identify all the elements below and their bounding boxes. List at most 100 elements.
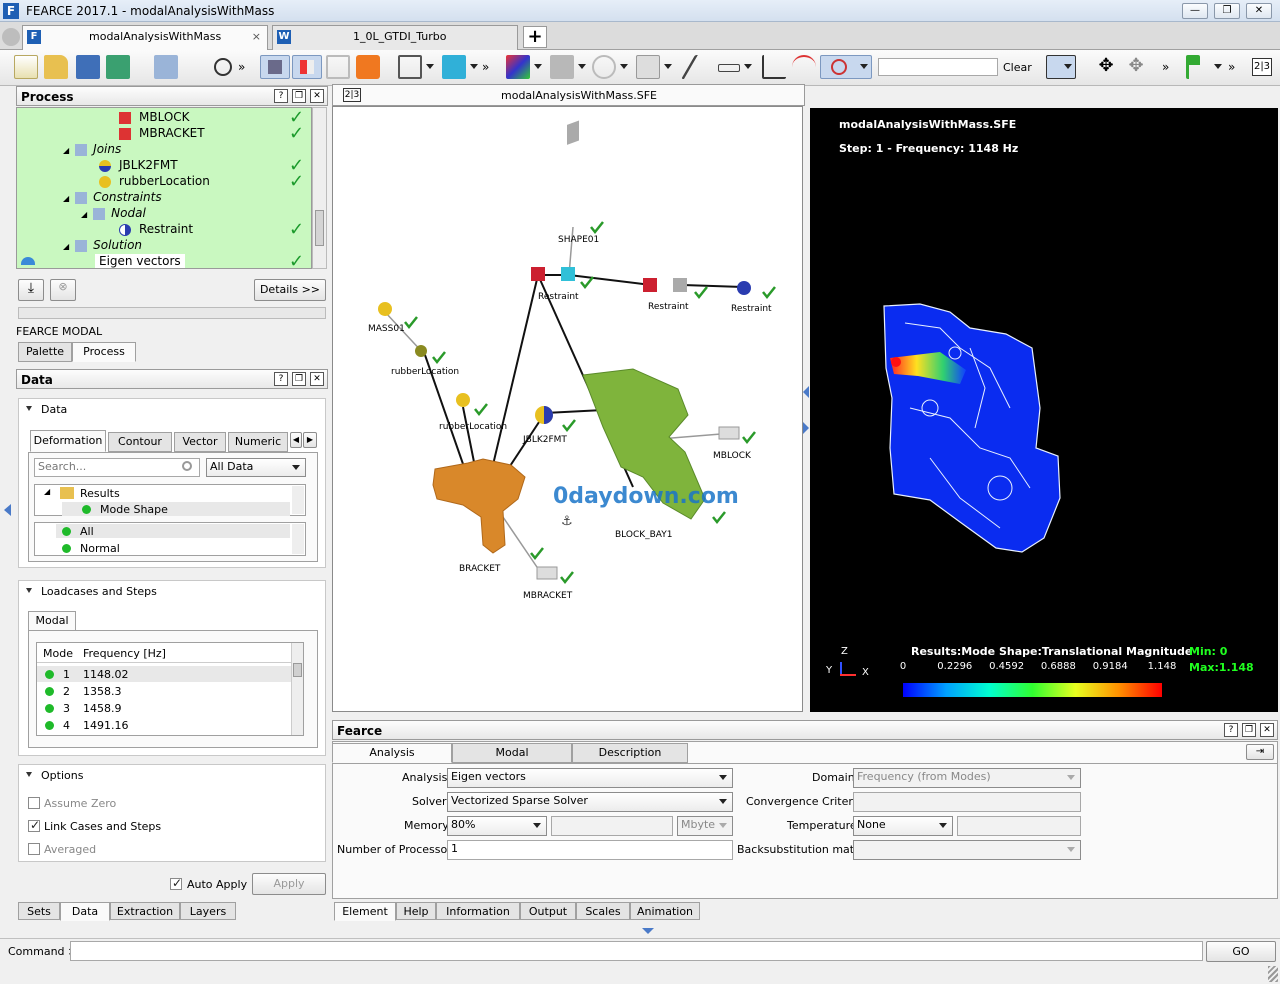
restraint-node-icon[interactable] — [643, 278, 657, 292]
data-filter-select[interactable]: All Data — [206, 458, 306, 477]
shaded-view-icon[interactable] — [260, 55, 290, 79]
hex-dropdown-icon[interactable] — [620, 64, 628, 69]
tree-item-rubberlocation[interactable]: rubberLocation — [99, 174, 210, 188]
temperature-select[interactable]: None — [853, 816, 953, 836]
tree-folder-solution[interactable]: ◢ Solution — [63, 238, 142, 252]
tab-description[interactable]: Description — [572, 743, 688, 763]
tree-item-mode-shape[interactable]: Mode Shape — [100, 503, 168, 516]
close-panel-icon[interactable]: ✕ — [1260, 723, 1274, 737]
tab-information[interactable]: Information — [436, 902, 520, 920]
grey-cube-icon[interactable] — [550, 55, 574, 79]
stop-icon[interactable]: ⊗ — [50, 279, 76, 301]
collapse-icon[interactable] — [26, 772, 32, 777]
new-file-icon[interactable] — [14, 55, 38, 79]
results-scrollbar[interactable] — [292, 486, 304, 514]
open-folder-icon[interactable] — [44, 55, 68, 79]
details-button[interactable]: Details >> — [254, 279, 326, 301]
help-icon[interactable]: ? — [274, 89, 288, 103]
tab-contour[interactable]: Contour — [108, 432, 172, 452]
view-dropdown-icon[interactable] — [426, 64, 434, 69]
more-chevron-icon-3[interactable]: » — [1162, 60, 1169, 74]
flag-dropdown-icon[interactable] — [1214, 64, 1222, 69]
command-input[interactable] — [70, 941, 1203, 961]
tab-gtdi-turbo[interactable]: W 1_0L_GTDI_Turbo — [272, 25, 518, 50]
table-row[interactable]: 1 1148.02 — [37, 667, 291, 683]
table-row[interactable]: 3 1458.9 — [37, 701, 291, 717]
restraint-node-icon[interactable] — [673, 278, 687, 292]
tree-item-results[interactable]: Results — [80, 487, 120, 500]
memory-unit-select[interactable]: Mbyte — [677, 816, 733, 836]
grey-dropdown-icon[interactable] — [578, 64, 586, 69]
expand-icon[interactable]: ◢ — [44, 487, 50, 496]
gear-icon[interactable] — [2, 28, 20, 46]
mesh-dropdown-icon[interactable] — [470, 64, 478, 69]
list-item-normal[interactable]: Normal — [80, 542, 120, 555]
tab-output[interactable]: Output — [520, 902, 576, 920]
fit-dropdown-icon[interactable] — [1064, 64, 1072, 69]
restore-button[interactable]: ❐ — [1214, 3, 1240, 19]
save-as-icon[interactable] — [106, 55, 130, 79]
memory-select[interactable]: 80% — [447, 816, 547, 836]
close-panel-icon[interactable]: ✕ — [310, 372, 324, 386]
close-button[interactable]: ✕ — [1246, 3, 1272, 19]
domain-select[interactable]: Frequency (from Modes) — [853, 768, 1081, 788]
tab-scroll-left-icon[interactable]: ◀ — [290, 432, 302, 448]
tab-layers[interactable]: Layers — [180, 902, 236, 920]
tab-data[interactable]: Data — [60, 902, 110, 921]
tab-animation[interactable]: Animation — [630, 902, 700, 920]
expand-icon[interactable]: ◢ — [63, 194, 69, 203]
expand-icon[interactable]: ◢ — [81, 210, 87, 219]
expand-icon[interactable]: ◢ — [63, 146, 69, 155]
collapse-left-icon[interactable] — [4, 504, 11, 516]
collapse-down-icon[interactable] — [642, 928, 654, 934]
pick-search-input[interactable] — [878, 58, 998, 76]
run-icon[interactable]: ⤓ — [18, 279, 44, 301]
tree-item-jblk2fmt[interactable]: JBLK2FMT — [99, 158, 178, 172]
tab-modal-settings[interactable]: Modal — [452, 743, 572, 763]
memory-amount-input[interactable] — [551, 816, 673, 836]
float-icon[interactable]: ❐ — [292, 372, 306, 386]
tab-palette[interactable]: Palette — [18, 342, 72, 362]
zoom-icon[interactable] — [214, 58, 232, 76]
close-panel-icon[interactable]: ✕ — [310, 89, 324, 103]
tree-scrollbar[interactable] — [312, 107, 327, 269]
table-row[interactable]: 4 1491.16 — [37, 718, 291, 734]
tab-analysis[interactable]: Analysis — [332, 743, 452, 763]
import-icon[interactable] — [154, 55, 178, 79]
solver-select[interactable]: Vectorized Sparse Solver — [447, 792, 733, 812]
angle-measure-icon[interactable] — [762, 55, 786, 79]
ruler-dropdown-icon[interactable] — [744, 64, 752, 69]
move-icon[interactable]: ✥ — [1124, 55, 1148, 79]
tab-help[interactable]: Help — [396, 902, 436, 920]
backsub-select[interactable] — [853, 840, 1081, 860]
block-contour-mesh[interactable] — [883, 303, 1061, 553]
analysis-select[interactable]: Eigen vectors — [447, 768, 733, 788]
table-row[interactable]: 2 1358.3 — [37, 684, 291, 700]
tab-element[interactable]: Element — [334, 902, 396, 921]
data-search-input[interactable]: Search... — [34, 458, 200, 477]
tree-folder-nodal[interactable]: ◢ Nodal — [81, 206, 146, 220]
more-chevron-icon-4[interactable]: » — [1228, 60, 1235, 74]
collapse-icon[interactable] — [26, 588, 32, 593]
tab-modal[interactable]: Modal — [28, 611, 76, 631]
flag-icon[interactable] — [1186, 55, 1200, 79]
tree-folder-constraints[interactable]: ◢ Constraints — [63, 190, 162, 204]
scroll-thumb[interactable] — [293, 663, 302, 677]
list-item-all[interactable]: All — [80, 525, 94, 538]
tab-modalAnalysisWithMass[interactable]: F modalAnalysisWithMass × — [22, 25, 268, 50]
orange-solid-icon[interactable] — [356, 55, 380, 79]
tree-item-mbracket[interactable]: MBRACKET — [119, 126, 205, 140]
bracket-mesh[interactable] — [432, 458, 526, 554]
close-tab-icon[interactable]: × — [252, 26, 261, 48]
column-header-mode[interactable]: Mode — [43, 647, 73, 660]
box-dropdown-icon[interactable] — [664, 64, 672, 69]
ruler-icon[interactable] — [718, 64, 740, 72]
section-view-icon[interactable] — [292, 55, 322, 79]
arc-measure-icon[interactable] — [792, 55, 816, 79]
contour-dropdown-icon[interactable] — [534, 64, 542, 69]
apply-button[interactable]: Apply — [252, 873, 326, 895]
result-viewport[interactable]: modalAnalysisWithMass.SFE Step: 1 - Freq… — [810, 108, 1278, 712]
convergence-input[interactable] — [853, 792, 1081, 812]
tab-numeric[interactable]: Numeric — [228, 432, 288, 452]
mbracket-icon[interactable] — [536, 566, 558, 580]
